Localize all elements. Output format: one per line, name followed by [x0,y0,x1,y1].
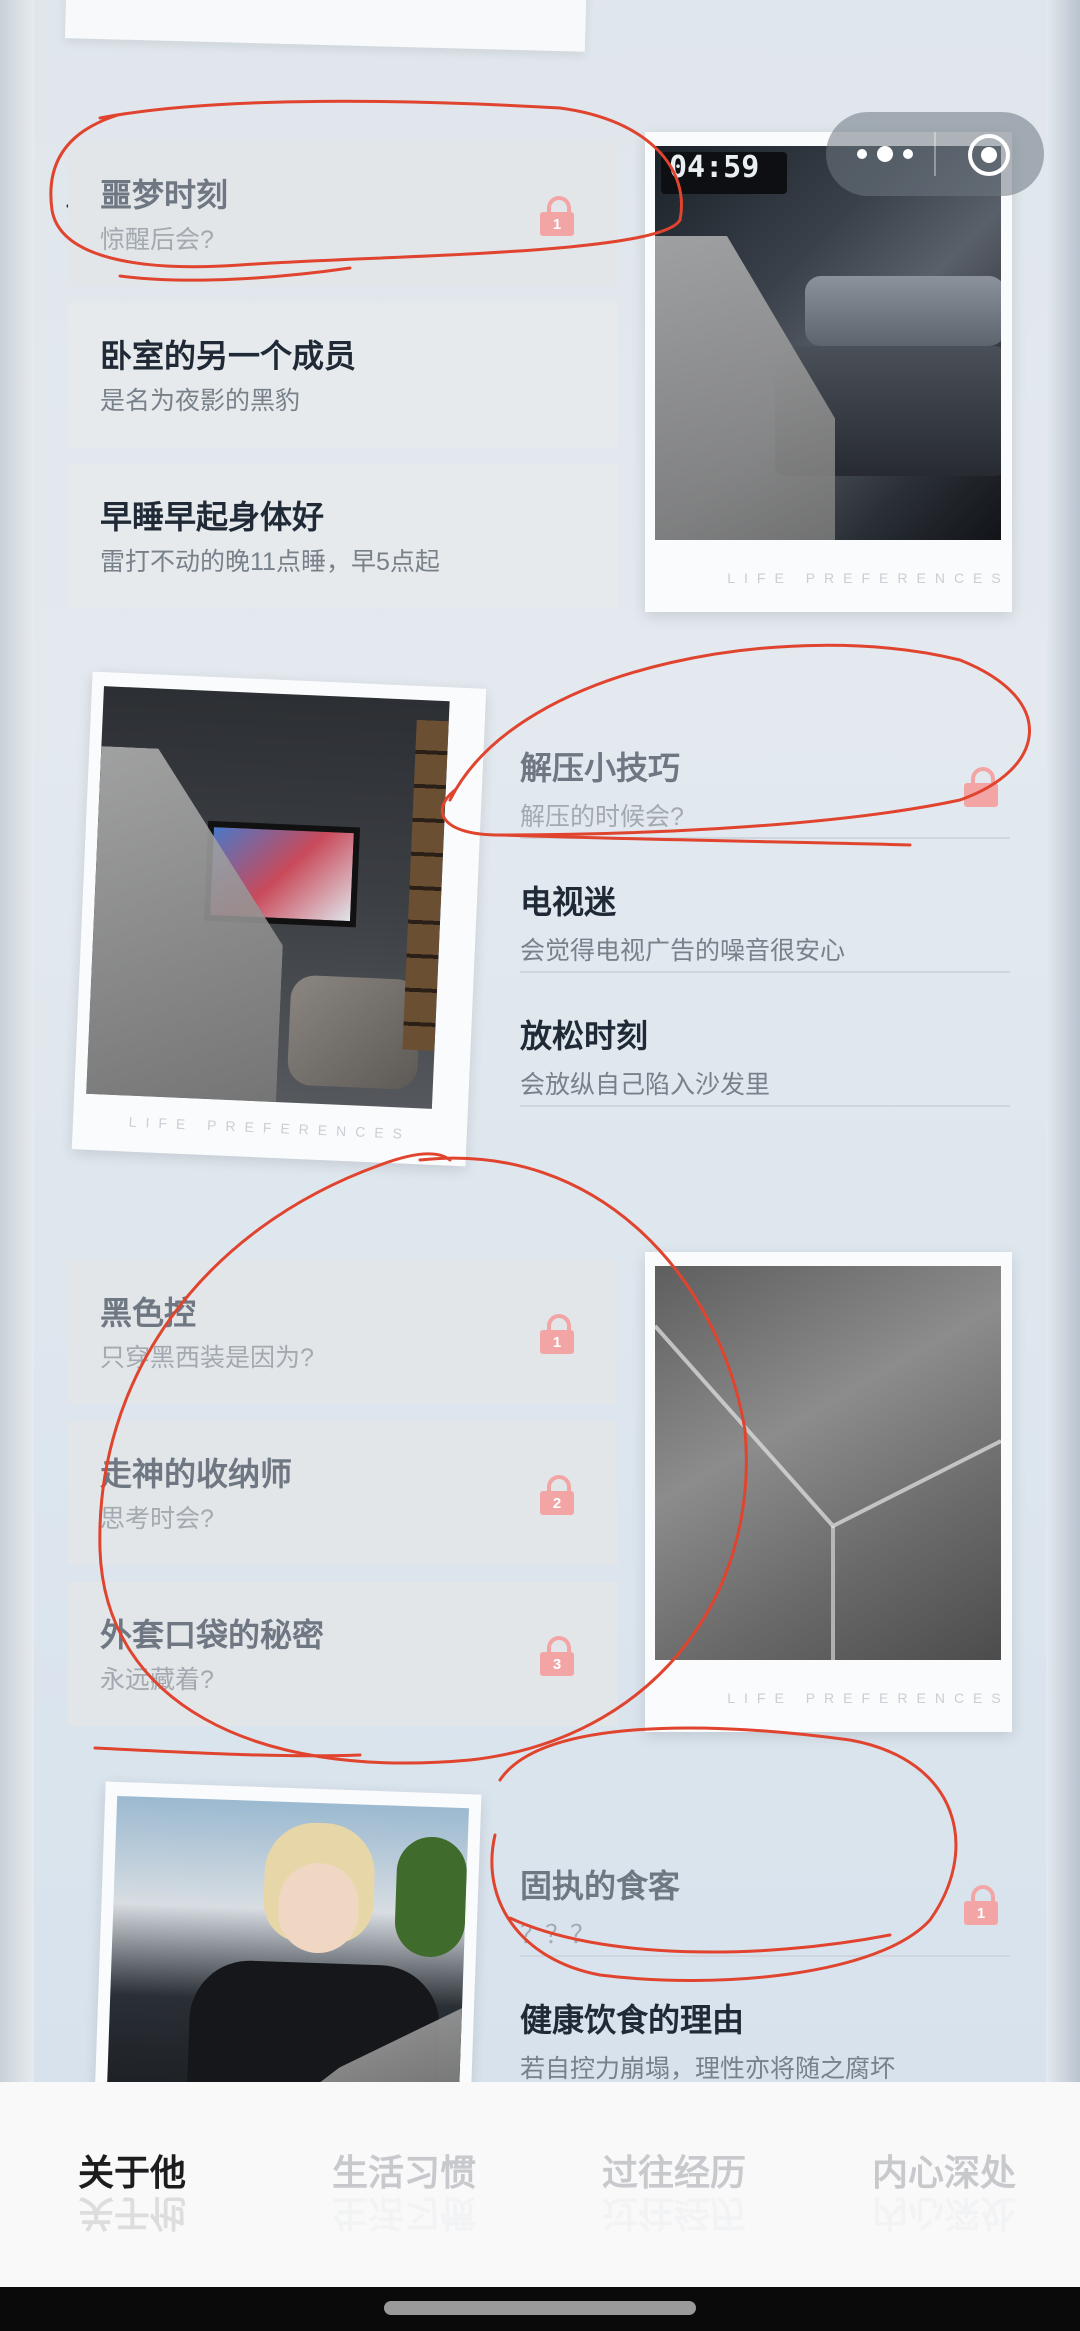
lock-icon: 3 [540,1636,574,1676]
bedroom-photo: 04:59 [655,146,1001,540]
tab-reflection: 内心深处 [872,2193,1017,2234]
item-subtitle: 解压的时候会? [520,803,684,831]
card-subtitle: 只穿黑西装是因为? [100,1344,314,1372]
card-early-sleep[interactable]: 早睡早起身体好 雷打不动的晚11点睡，早5点起 [68,464,618,608]
photo-card-locked[interactable]: LIFE PREFERENCES [645,1252,1012,1732]
card-subtitle: 惊醒后会? [100,226,214,254]
tab-about-him[interactable]: 关于他 [78,2144,186,2196]
item-subtitle: 若自控力崩塌，理性亦将随之腐坏 [520,2055,896,2083]
item-subtitle: 会觉得电视广告的噪音很安心 [520,937,846,965]
frame-caption: LIFE PREFERENCES [128,1113,412,1142]
more-options-icon[interactable] [854,139,916,169]
clock-display: 04:59 [669,150,760,185]
close-target-icon[interactable] [966,132,1012,178]
tab-past-experience[interactable]: 过往经历 [602,2144,746,2196]
card-title: 噩梦时刻 [100,177,229,213]
card-subtitle: 是名为夜影的黑豹 [100,387,301,415]
lock-icon: 1 [964,1885,998,1925]
card-subtitle: 思考时会? [100,1505,214,1533]
home-indicator[interactable] [384,2301,696,2315]
photo-card-dining[interactable] [94,1781,482,2115]
list-item-stubborn-eater[interactable]: 固执的食客 ？？？ 1 [520,1823,1010,1957]
frame-caption: LIFE PREFERENCES [727,1690,1010,1706]
bottom-tab-bar: 关于他 关于他 生活习惯 生活习惯 过往经历 过往经历 内心深处 内心深处 [0,2082,1080,2287]
card-title: 走神的收纳师 [100,1456,293,1492]
card-subtitle: 永远藏着? [100,1666,214,1694]
system-home-area [0,2287,1080,2331]
item-title: 健康饮食的理由 [520,2002,745,2038]
list-item-healthy-eating[interactable]: 健康饮食的理由 若自控力崩塌，理性亦将随之腐坏 [520,1957,1010,2089]
card-nightmare-moment[interactable]: 噩梦时刻 惊醒后会? 1 [68,142,618,286]
frosted-locked-photo [655,1266,1001,1660]
tv-room-photo [86,686,450,1109]
card-title: 早睡早起身体好 [100,499,325,535]
left-rail [0,0,34,2331]
tab-inner-depths[interactable]: 内心深处 [872,2144,1016,2196]
item-title: 固执的食客 [520,1868,681,1904]
card-distracted-organizer[interactable]: 走神的收纳师 思考时会? 2 [68,1421,618,1565]
list-item-relax-moment[interactable]: 放松时刻 会放纵自己陷入沙发里 [520,973,1010,1107]
card-black-lover[interactable]: 黑色控 只穿黑西装是因为? 1 [68,1260,618,1404]
mini-program-capsule [826,112,1044,196]
lock-icon: 1 [540,1314,574,1354]
lock-icon: 2 [540,1475,574,1515]
item-title: 放松时刻 [520,1018,649,1054]
item-subtitle: 会放纵自己陷入沙发里 [520,1071,771,1099]
previous-card-edge [64,0,588,52]
lock-icon: 1 [540,196,574,236]
card-subtitle: 雷打不动的晚11点睡，早5点起 [100,548,440,576]
card-title: 卧室的另一个成员 [100,338,357,374]
item-title: 电视迷 [520,884,617,920]
list-item-stress-relief[interactable]: 解压小技巧 解压的时候会? [520,705,1010,839]
character-dining-photo [106,1795,469,2115]
frame-caption: LIFE PREFERENCES [727,570,1010,586]
list-item-tv-fan[interactable]: 电视迷 会觉得电视广告的噪音很安心 [520,839,1010,973]
item-title: 解压小技巧 [520,750,681,786]
card-bedroom-member[interactable]: 卧室的另一个成员 是名为夜影的黑豹 [68,303,618,447]
tab-reflection: 过往经历 [602,2193,747,2234]
item-subtitle: ？？？ [520,1921,596,1949]
photo-card-bedroom[interactable]: 04:59 LIFE PREFERENCES [645,132,1012,612]
photo-card-tv[interactable]: LIFE PREFERENCES [71,671,487,1167]
tab-reflection: 关于他 [78,2193,187,2234]
card-title: 外套口袋的秘密 [100,1617,325,1653]
lock-icon [964,767,998,807]
tab-life-habits[interactable]: 生活习惯 [332,2144,476,2196]
right-rail [1046,0,1080,2331]
card-coat-pocket-secret[interactable]: 外套口袋的秘密 永远藏着? 3 [68,1582,618,1726]
tab-reflection: 生活习惯 [332,2193,477,2234]
card-title: 黑色控 [100,1295,197,1331]
